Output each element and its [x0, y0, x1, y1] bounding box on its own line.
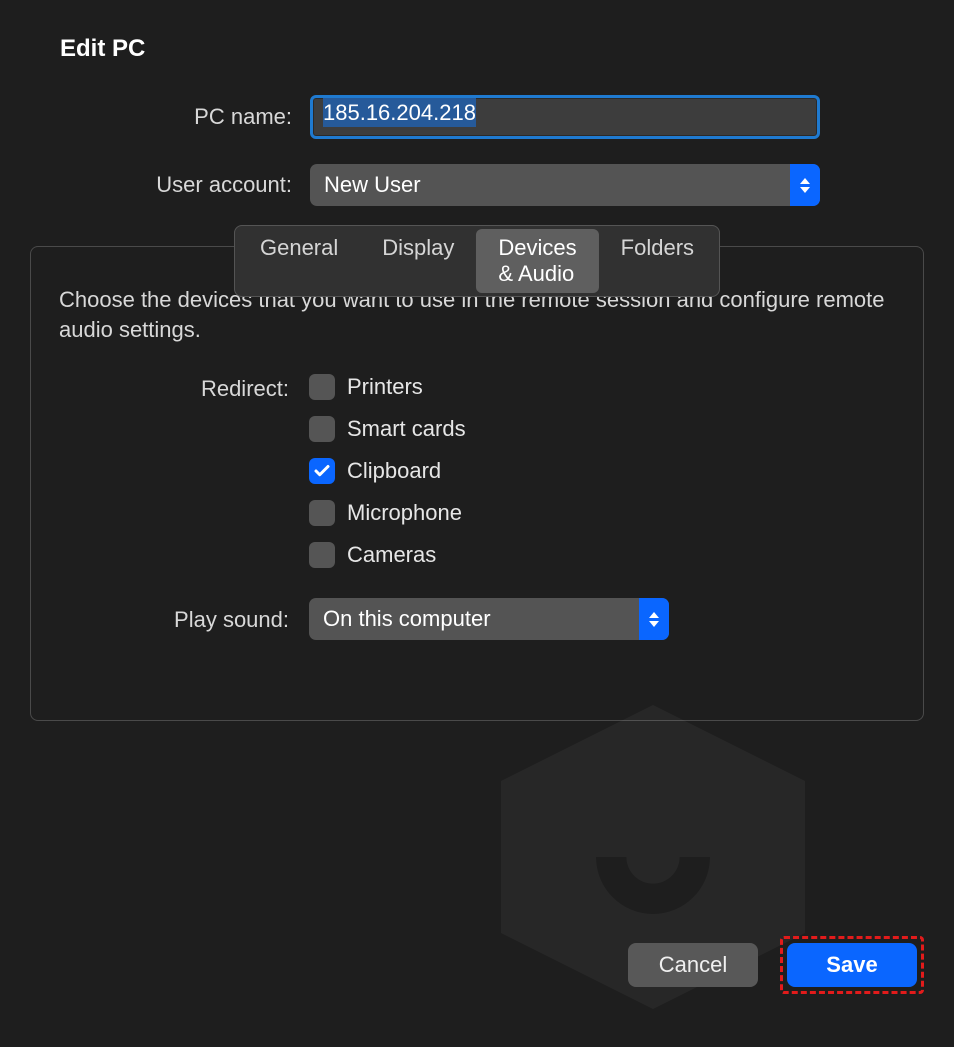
checkbox-label: Microphone	[347, 500, 462, 526]
row-redirect: Redirect: Printers Smart cards Clipboard	[59, 374, 895, 568]
checkbox-label: Smart cards	[347, 416, 466, 442]
check-item-printers: Printers	[309, 374, 466, 400]
check-item-microphone: Microphone	[309, 500, 466, 526]
settings-tab-group: General Display Devices & Audio Folders …	[30, 246, 924, 721]
pc-name-input[interactable]: 185.16.204.218	[310, 95, 820, 139]
row-pc-name: PC name: 185.16.204.218	[30, 95, 924, 139]
checkbox-smart-cards[interactable]	[309, 416, 335, 442]
updown-arrows-icon	[639, 598, 669, 640]
play-sound-value: On this computer	[323, 606, 491, 632]
check-item-smart-cards: Smart cards	[309, 416, 466, 442]
user-account-value: New User	[324, 172, 421, 198]
save-button[interactable]: Save	[787, 943, 917, 987]
tab-display[interactable]: Display	[360, 229, 476, 293]
redirect-checklist: Printers Smart cards Clipboard Microphon…	[309, 374, 466, 568]
updown-arrows-icon	[790, 164, 820, 206]
dialog-title: Edit PC	[60, 35, 924, 63]
user-account-label: User account:	[30, 172, 310, 198]
save-highlight-annotation: Save	[780, 936, 924, 994]
pc-name-label: PC name:	[30, 104, 310, 130]
play-sound-label: Play sound:	[59, 605, 309, 633]
redirect-label: Redirect:	[59, 374, 309, 402]
check-icon	[313, 462, 331, 480]
dialog-footer: Cancel Save	[628, 936, 924, 994]
tab-folders[interactable]: Folders	[599, 229, 716, 293]
checkbox-label: Cameras	[347, 542, 436, 568]
row-play-sound: Play sound: On this computer	[59, 598, 895, 640]
row-user-account: User account: New User	[30, 164, 924, 206]
checkbox-cameras[interactable]	[309, 542, 335, 568]
check-item-cameras: Cameras	[309, 542, 466, 568]
user-account-select[interactable]: New User	[310, 164, 820, 206]
checkbox-label: Clipboard	[347, 458, 441, 484]
check-item-clipboard: Clipboard	[309, 458, 466, 484]
pc-name-value: 185.16.204.218	[323, 98, 476, 127]
checkbox-printers[interactable]	[309, 374, 335, 400]
checkbox-microphone[interactable]	[309, 500, 335, 526]
cancel-button[interactable]: Cancel	[628, 943, 758, 987]
tab-bar: General Display Devices & Audio Folders	[234, 225, 720, 297]
tab-general[interactable]: General	[238, 229, 360, 293]
play-sound-select[interactable]: On this computer	[309, 598, 669, 640]
tab-devices-audio[interactable]: Devices & Audio	[476, 229, 598, 293]
checkbox-label: Printers	[347, 374, 423, 400]
checkbox-clipboard[interactable]	[309, 458, 335, 484]
